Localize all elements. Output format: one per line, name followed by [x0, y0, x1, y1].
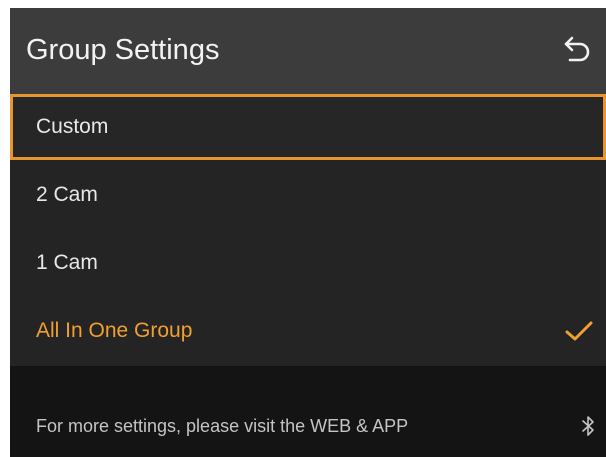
option-label: All In One Group	[36, 319, 193, 342]
footer-hint-text: For more settings, please visit the WEB …	[36, 416, 409, 436]
back-button[interactable]	[558, 30, 598, 70]
footer-bar: For more settings, please visit the WEB …	[10, 366, 606, 457]
page-title: Group Settings	[26, 34, 220, 66]
option-2-cam[interactable]: 2 Cam	[10, 162, 606, 228]
option-label: Custom	[36, 115, 109, 138]
option-all-in-one-group[interactable]: All In One Group	[10, 298, 606, 364]
back-arrow-icon	[564, 36, 590, 62]
camera-screen: Group Settings Custom 2 Cam 1 Cam All In…	[10, 8, 606, 457]
option-1-cam[interactable]: 1 Cam	[10, 230, 606, 296]
option-custom[interactable]: Custom	[10, 94, 606, 160]
option-label: 2 Cam	[36, 183, 98, 206]
header-bar: Group Settings	[10, 8, 606, 94]
bluetooth-icon	[582, 416, 594, 436]
group-options-list: Custom 2 Cam 1 Cam All In One Group	[10, 94, 606, 366]
checkmark-icon	[565, 321, 593, 341]
option-label: 1 Cam	[36, 251, 98, 274]
